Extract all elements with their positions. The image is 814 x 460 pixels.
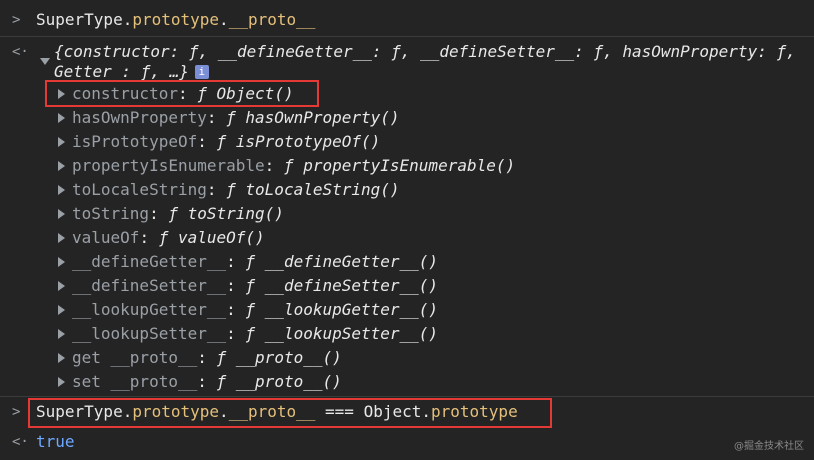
function-marker: ƒ — [168, 204, 178, 223]
function-name: isPrototypeOf() — [235, 132, 381, 151]
function-name: toLocaleString() — [245, 180, 400, 199]
property-row[interactable]: valueOf: ƒ valueOf() — [72, 226, 265, 250]
property-key: __lookupSetter__ — [72, 324, 227, 343]
property-row[interactable]: get __proto__: ƒ __proto__() — [72, 346, 342, 370]
property-row[interactable]: isPrototypeOf: ƒ isPrototypeOf() — [72, 130, 380, 154]
result-boolean: true — [36, 432, 75, 451]
summary-text: {constructor: ƒ, __defineGetter__: ƒ, __… — [54, 42, 796, 61]
expand-triangle-icon[interactable] — [58, 113, 65, 123]
property-separator: : — [264, 156, 284, 175]
expand-triangle-icon[interactable] — [58, 185, 65, 195]
function-name: __lookupSetter__() — [264, 324, 439, 343]
highlight-box-constructor — [45, 80, 319, 107]
property-row[interactable]: set __proto__: ƒ __proto__() — [72, 370, 342, 394]
property-row[interactable]: toLocaleString: ƒ toLocaleString() — [72, 178, 400, 202]
expand-triangle-icon[interactable] — [58, 233, 65, 243]
function-name: hasOwnProperty() — [245, 108, 400, 127]
result-arrow-icon: <· — [12, 44, 29, 60]
expand-triangle-icon[interactable] — [58, 161, 65, 171]
property-separator: : — [226, 324, 246, 343]
summary-text: Getter : ƒ, …} — [54, 62, 189, 81]
property-separator: : — [139, 228, 159, 247]
property-key: set __proto__ — [72, 372, 198, 391]
property-key: propertyIsEnumerable — [72, 156, 265, 175]
function-marker: ƒ — [216, 348, 227, 367]
property-key: hasOwnProperty — [72, 108, 207, 127]
watermark: @掘金技术社区 — [734, 441, 804, 452]
property-separator: : — [206, 180, 227, 199]
property-key: __lookupGetter__ — [72, 300, 227, 319]
property-row[interactable]: __defineSetter__: ƒ __defineSetter__() — [72, 274, 438, 298]
console-result-2: true — [36, 430, 75, 454]
property-key: toLocaleString — [72, 180, 207, 199]
cmd-prop-prototype: prototype — [132, 10, 220, 29]
console-divider — [0, 396, 814, 397]
property-row[interactable]: toString: ƒ toString() — [72, 202, 284, 226]
property-key: __defineGetter__ — [72, 252, 227, 271]
property-separator: : — [197, 132, 217, 151]
property-row[interactable]: __lookupGetter__: ƒ __lookupGetter__() — [72, 298, 438, 322]
function-name: toString() — [187, 204, 284, 223]
expand-triangle-icon[interactable] — [58, 281, 65, 291]
property-separator: : — [226, 252, 246, 271]
property-row[interactable]: __lookupSetter__: ƒ __lookupSetter__() — [72, 322, 438, 346]
function-marker: ƒ — [245, 276, 256, 295]
function-name: __lookupGetter__() — [264, 300, 439, 319]
cmd-dot: . — [122, 10, 133, 29]
expand-triangle-icon[interactable] — [58, 209, 65, 219]
cmd-object: SuperType — [36, 10, 123, 29]
property-key: __defineSetter__ — [72, 276, 227, 295]
property-separator: : — [206, 108, 227, 127]
property-separator: : — [226, 300, 246, 319]
property-key: toString — [72, 204, 150, 223]
expand-down-triangle-icon[interactable] — [40, 58, 50, 65]
expand-triangle-icon[interactable] — [58, 353, 65, 363]
function-name: propertyIsEnumerable() — [303, 156, 516, 175]
property-separator: : — [197, 372, 217, 391]
function-marker: ƒ — [226, 180, 236, 199]
expand-triangle-icon[interactable] — [58, 329, 65, 339]
info-badge-icon[interactable]: i — [194, 65, 209, 79]
function-marker: ƒ — [245, 252, 256, 271]
property-separator: : — [226, 276, 246, 295]
function-name: __proto__() — [235, 348, 342, 367]
prompt-chevron-icon: > — [12, 404, 21, 420]
property-separator: : — [197, 348, 217, 367]
cmd-prop-proto: __proto__ — [228, 10, 316, 29]
property-separator: : — [149, 204, 169, 223]
function-name: __defineGetter__() — [264, 252, 439, 271]
function-marker: ƒ — [245, 300, 256, 319]
property-row[interactable]: propertyIsEnumerable: ƒ propertyIsEnumer… — [72, 154, 515, 178]
console-divider — [0, 36, 814, 37]
property-row[interactable]: hasOwnProperty: ƒ hasOwnProperty() — [72, 106, 400, 130]
prompt-chevron-icon: > — [12, 12, 21, 28]
function-marker: ƒ — [226, 108, 236, 127]
cmd-dot: . — [219, 10, 229, 29]
result-arrow-icon: <· — [12, 434, 29, 450]
expand-triangle-icon[interactable] — [58, 257, 65, 267]
highlight-box-command-2 — [28, 398, 552, 428]
function-name: __defineSetter__() — [264, 276, 439, 295]
property-key: isPrototypeOf — [72, 132, 198, 151]
function-name: valueOf() — [177, 228, 265, 247]
function-marker: ƒ — [245, 324, 256, 343]
function-name: __proto__() — [235, 372, 342, 391]
property-key: get __proto__ — [72, 348, 198, 367]
expand-triangle-icon[interactable] — [58, 305, 65, 315]
property-key: valueOf — [72, 228, 140, 247]
function-marker: ƒ — [158, 228, 169, 247]
expand-triangle-icon[interactable] — [58, 377, 65, 387]
expand-triangle-icon[interactable] — [58, 137, 65, 147]
console-command-1: SuperType.prototype.__proto__ — [36, 8, 315, 32]
property-row[interactable]: __defineGetter__: ƒ __defineGetter__() — [72, 250, 438, 274]
function-marker: ƒ — [283, 156, 294, 175]
function-marker: ƒ — [216, 132, 227, 151]
function-marker: ƒ — [216, 372, 227, 391]
